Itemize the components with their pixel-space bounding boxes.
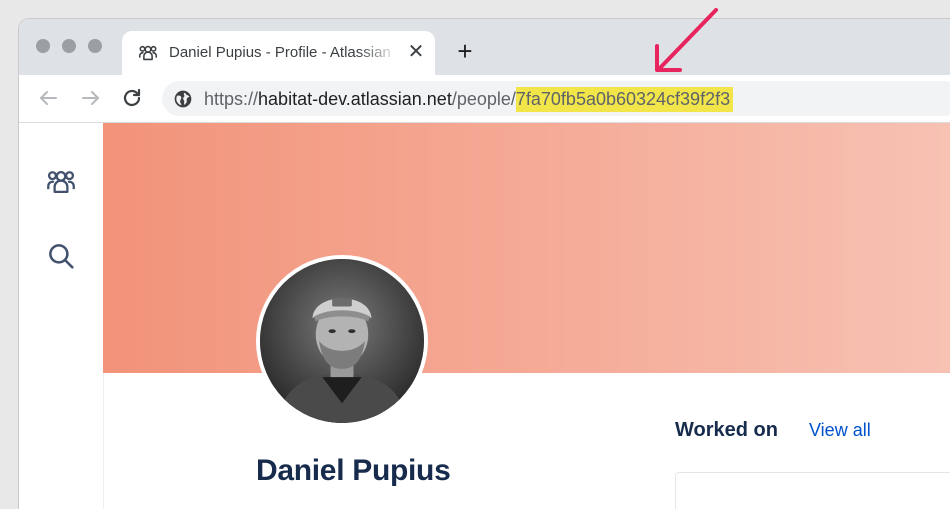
url-text: https://habitat-dev.atlassian.net/people… — [204, 87, 734, 112]
people-icon — [138, 45, 158, 61]
window-close-button[interactable] — [36, 39, 50, 53]
tab-strip: Daniel Pupius - Profile - Atlassian ✕ + — [19, 19, 950, 75]
tab-profile[interactable]: Daniel Pupius - Profile - Atlassian ✕ — [122, 31, 435, 75]
profile-name: Daniel Pupius — [256, 454, 451, 487]
app-sidebar — [19, 123, 104, 509]
annotation-arrow-icon — [655, 8, 718, 72]
avatar — [256, 255, 428, 427]
people-icon[interactable] — [44, 165, 78, 199]
url-scheme: https:// — [204, 89, 259, 109]
url-path: /people/ — [451, 89, 516, 109]
globe-icon — [174, 90, 192, 108]
browser-window: Daniel Pupius - Profile - Atlassian ✕ + … — [19, 19, 950, 509]
url-highlighted-id: 7fa70fb5a0b60324cf39f2f3 — [515, 87, 734, 112]
profile-photo — [260, 259, 424, 423]
window-maximize-button[interactable] — [88, 39, 102, 53]
tab-close-icon[interactable]: ✕ — [404, 40, 428, 64]
browser-toolbar: https://habitat-dev.atlassian.net/people… — [19, 75, 950, 123]
reload-icon[interactable] — [120, 86, 144, 110]
address-bar[interactable]: https://habitat-dev.atlassian.net/people… — [162, 81, 950, 116]
window-minimize-button[interactable] — [62, 39, 76, 53]
back-arrow-icon[interactable] — [36, 86, 60, 110]
view-all-link[interactable]: View all — [809, 420, 871, 441]
worked-on-heading: Worked on — [675, 419, 778, 441]
search-icon[interactable] — [44, 239, 78, 273]
profile-cover — [103, 123, 950, 373]
tab-title: Daniel Pupius - Profile - Atlassian — [169, 44, 391, 61]
profile-photo-illustration — [260, 259, 424, 423]
new-tab-button[interactable]: + — [451, 37, 479, 65]
forward-arrow-icon[interactable] — [79, 86, 103, 110]
worked-on-card[interactable] — [675, 472, 950, 509]
url-host: habitat-dev.atlassian.net — [258, 89, 452, 109]
